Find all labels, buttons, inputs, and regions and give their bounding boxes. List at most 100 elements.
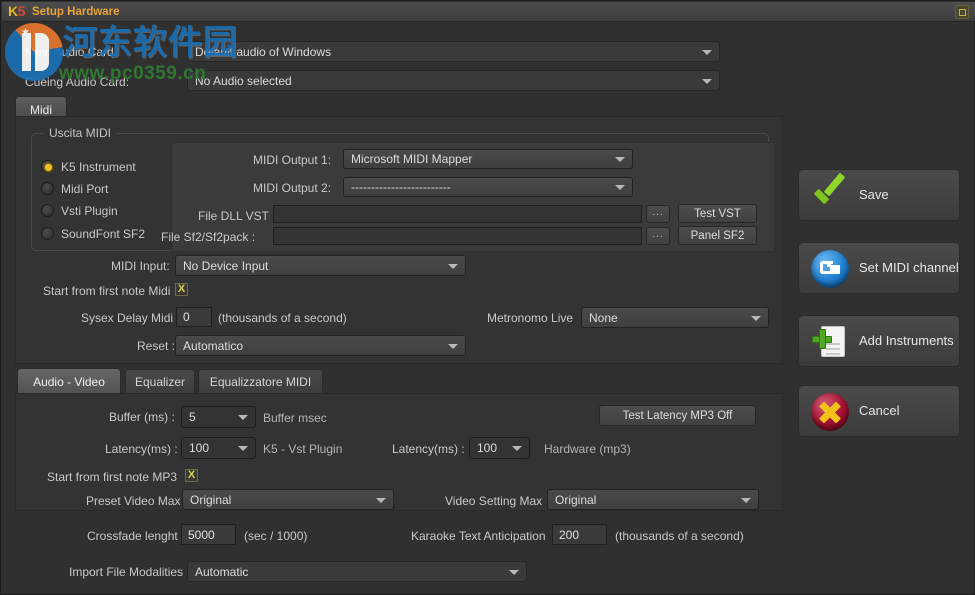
start-first-note-midi-check-mark: X — [177, 283, 186, 295]
radio-k5-instrument-label: K5 Instrument — [61, 160, 136, 174]
crossfade-length-value: 5000 — [188, 527, 215, 542]
uscita-midi-group-title: Uscita MIDI — [44, 126, 117, 140]
buffer-label: Buffer (ms) : — [109, 410, 175, 424]
crossfade-length-label: Crossfade lenght — [87, 529, 178, 543]
main-audio-card-label: Main Audio Card: — [25, 45, 118, 59]
latency-vst-suffix-label: K5 - Vst Plugin — [263, 442, 343, 456]
cancel-button[interactable]: Cancel — [798, 385, 960, 437]
cancel-icon — [811, 393, 849, 431]
radio-midi-port-label: Midi Port — [61, 182, 109, 196]
midi-output-1-select[interactable]: Microsoft MIDI Mapper — [343, 149, 633, 169]
latency-hardware-label: Latency(ms) : — [392, 442, 465, 456]
preset-video-max-value: Original — [190, 492, 232, 507]
chevron-down-icon — [741, 497, 751, 503]
midi-output-2-value: ------------------------- — [351, 180, 451, 194]
main-audio-card-select[interactable]: Default audio of Windows — [187, 41, 720, 62]
cueing-audio-card-select[interactable]: No Audio selected — [187, 70, 720, 91]
add-instruments-button[interactable]: Add Instruments — [798, 315, 960, 367]
title-bar: K5 Setup Hardware — [2, 2, 975, 22]
midi-output-1-label: MIDI Output 1: — [253, 153, 332, 167]
test-vst-button[interactable]: Test VST — [678, 204, 757, 223]
tab-equalizzatore-midi[interactable]: Equalizzatore MIDI — [198, 369, 323, 394]
video-setting-max-select[interactable]: Original — [547, 489, 759, 510]
browse-sf2-button[interactable]: ... — [646, 227, 670, 245]
chevron-down-icon — [615, 157, 625, 162]
cueing-audio-card-label: Cueing Audio Card: — [25, 75, 130, 89]
file-sf2-input[interactable] — [273, 227, 642, 245]
metronome-live-value: None — [589, 310, 618, 325]
file-dll-vst-label: File DLL VST : — [198, 209, 276, 223]
add-instruments-icon — [811, 323, 849, 361]
tab-equalizer[interactable]: Equalizer — [125, 369, 195, 394]
chevron-down-icon — [702, 49, 712, 55]
radio-vsti-plugin-label: Vsti Plugin — [61, 204, 118, 218]
preset-video-max-select[interactable]: Original — [182, 489, 394, 510]
chevron-down-icon — [376, 497, 386, 503]
panel-sf2-button[interactable]: Panel SF2 — [678, 226, 757, 245]
midi-input-select[interactable]: No Device Input — [175, 255, 466, 276]
chevron-down-icon — [509, 569, 519, 575]
latency-hardware-select[interactable]: 100 — [469, 437, 530, 459]
chevron-down-icon — [238, 446, 248, 451]
radio-midi-port[interactable] — [41, 182, 54, 195]
radio-soundfont-sf2[interactable] — [41, 227, 54, 240]
start-first-note-mp3-check-mark: X — [187, 469, 196, 481]
window-title: Setup Hardware — [32, 6, 120, 18]
start-first-note-midi-checkbox[interactable]: X — [175, 283, 188, 296]
browse-dll-button[interactable]: ... — [646, 205, 670, 223]
check-icon — [811, 172, 849, 215]
karaoke-anticipation-units: (thousands of a second) — [615, 529, 744, 543]
start-first-note-mp3-label: Start from first note MP3 — [47, 470, 178, 484]
sysex-delay-input[interactable]: 0 — [176, 307, 212, 327]
latency-vst-value: 100 — [189, 441, 210, 455]
midi-output-2-label: MIDI Output 2: — [253, 181, 332, 195]
set-midi-channel-button[interactable]: Set MIDI channel — [798, 242, 960, 294]
setup-hardware-window: K5 Setup Hardware ★ 河东软件园 www.pc0359.cn … — [0, 0, 975, 595]
save-button[interactable]: Save — [798, 169, 960, 221]
start-first-note-midi-label: Start from first note Midi — [43, 284, 171, 298]
latency-vst-label: Latency(ms) : — [105, 442, 178, 456]
preset-video-max-label: Preset Video Max — [86, 494, 181, 508]
crossfade-length-input[interactable]: 5000 — [181, 524, 236, 545]
karaoke-anticipation-input[interactable]: 200 — [552, 524, 607, 545]
tab-audio-video-label: Audio - Video — [33, 374, 105, 389]
buffer-select[interactable]: 5 — [181, 406, 256, 428]
restore-icon[interactable] — [955, 5, 969, 19]
set-midi-channel-button-label: Set MIDI channel — [859, 260, 959, 275]
tab-equalizzatore-midi-label: Equalizzatore MIDI — [209, 375, 312, 389]
sysex-delay-units: (thousands of a second) — [218, 311, 347, 325]
tab-audio-video[interactable]: Audio - Video — [17, 368, 121, 394]
metronome-live-select[interactable]: None — [581, 307, 769, 328]
main-audio-card-value: Default audio of Windows — [195, 44, 332, 59]
test-latency-mp3-button[interactable]: Test Latency MP3 Off — [599, 405, 756, 426]
reset-select[interactable]: Automatico — [175, 335, 466, 356]
video-setting-max-label: Video Setting Max — [445, 494, 543, 508]
midi-output-2-select[interactable]: ------------------------- — [343, 177, 633, 197]
browse-dll-label: ... — [652, 206, 664, 218]
cueing-audio-card-value: No Audio selected — [195, 73, 292, 88]
radio-soundfont-sf2-label: SoundFont SF2 — [61, 227, 146, 241]
midi-input-label: MIDI Input: — [111, 259, 170, 273]
file-dll-vst-input[interactable] — [273, 205, 642, 223]
chevron-down-icon — [702, 78, 712, 84]
logo-digit-5: 5 — [17, 3, 26, 19]
tab-equalizer-label: Equalizer — [134, 375, 186, 389]
reset-value: Automatico — [183, 338, 244, 353]
app-logo: K5 — [8, 3, 25, 20]
buffer-value: 5 — [189, 410, 196, 424]
logo-letter-k: K — [8, 3, 18, 19]
save-button-label: Save — [859, 187, 889, 202]
chevron-down-icon — [615, 185, 625, 190]
sysex-delay-label: Sysex Delay Midi : — [81, 311, 180, 325]
radio-k5-instrument[interactable] — [41, 160, 54, 173]
radio-vsti-plugin[interactable] — [41, 204, 54, 217]
midi-input-value: No Device Input — [183, 258, 269, 273]
import-file-modalities-select[interactable]: Automatic — [187, 561, 527, 582]
test-latency-mp3-label: Test Latency MP3 Off — [622, 409, 733, 422]
start-first-note-mp3-checkbox[interactable]: X — [185, 469, 198, 482]
midi-output-1-value: Microsoft MIDI Mapper — [351, 152, 473, 166]
latency-hardware-value: 100 — [477, 441, 498, 455]
metronome-live-label: Metronomo Live — [487, 311, 574, 325]
latency-vst-select[interactable]: 100 — [181, 437, 256, 459]
midi-channel-icon — [811, 250, 849, 288]
